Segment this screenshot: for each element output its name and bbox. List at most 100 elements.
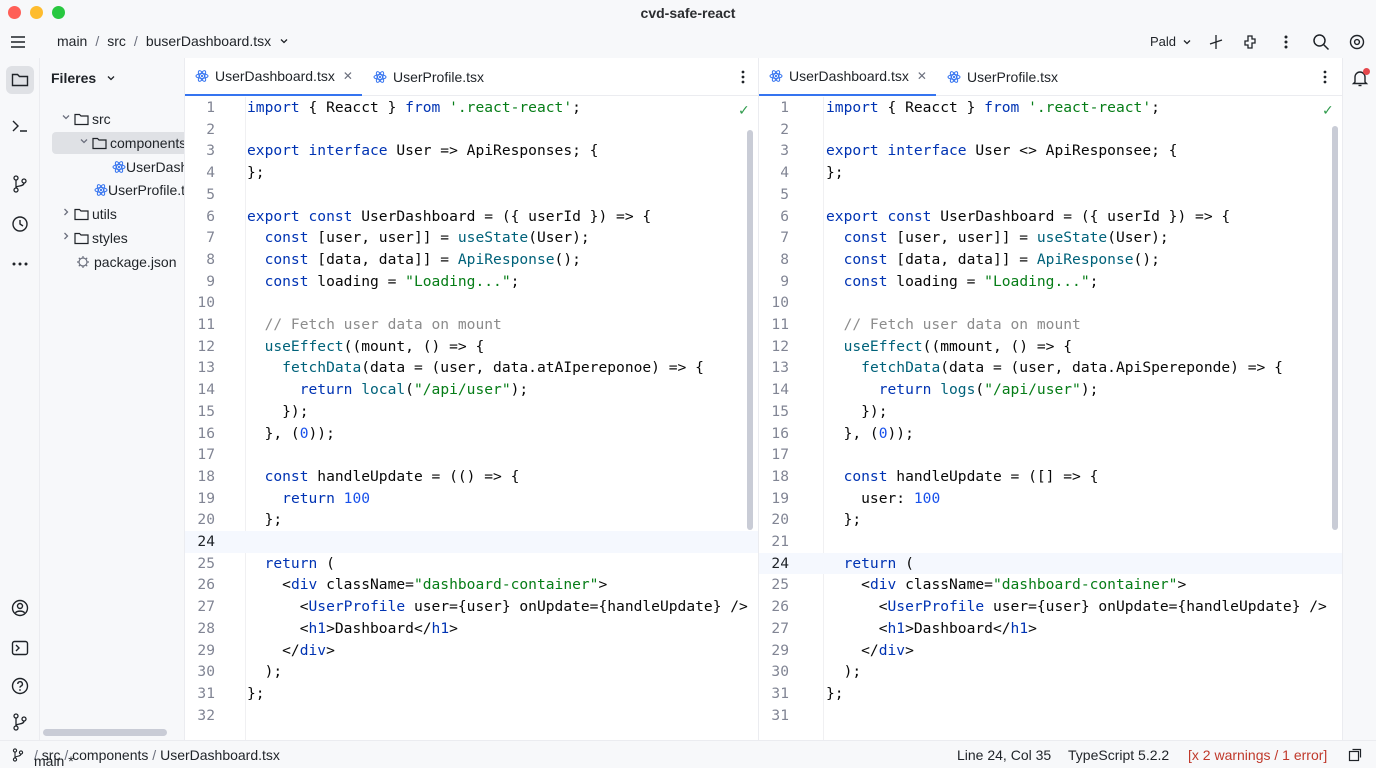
line-number[interactable]: 24	[759, 553, 789, 575]
code-line[interactable]: 14 return local("/api/user");	[185, 379, 758, 401]
code-line[interactable]: 29 </div>	[185, 640, 758, 662]
tab-options-icon[interactable]	[1322, 69, 1328, 88]
code-line[interactable]: 18 const handleUpdate = ([] => {	[759, 466, 1342, 488]
line-number[interactable]: 6	[185, 206, 215, 228]
line-number[interactable]: 3	[185, 140, 215, 162]
status-path-branch[interactable]: main *	[34, 753, 74, 768]
language-version[interactable]: TypeScript 5.2.2	[1068, 747, 1169, 763]
line-number[interactable]: 1	[759, 97, 789, 119]
code-line[interactable]: 14 return logs("/api/user");	[759, 379, 1342, 401]
line-number[interactable]: 5	[185, 184, 215, 206]
code-line[interactable]: 31};	[759, 683, 1342, 705]
code-line[interactable]: 16 }, (0));	[759, 423, 1342, 445]
line-number[interactable]: 11	[759, 314, 789, 336]
line-number[interactable]: 3	[759, 140, 789, 162]
line-number[interactable]: 31	[759, 683, 789, 705]
problems-indicator[interactable]: [x 2 warnings / 1 error]	[1188, 747, 1327, 763]
line-number[interactable]: 15	[185, 401, 215, 423]
code-line[interactable]: 1 import { Reacct } from '.react-react';	[185, 97, 758, 119]
tab-userprofile[interactable]: UserProfile.tsx	[373, 58, 484, 96]
profile-dropdown[interactable]: Pald	[1150, 34, 1192, 49]
code-line[interactable]: 21	[759, 531, 1342, 553]
code-line[interactable]: 17	[185, 444, 758, 466]
code-line[interactable]: 27 <h1>Dashboard</h1>	[759, 618, 1342, 640]
editor-right[interactable]: UserDashboard.tsx ✕ UserProfile.tsx ✓ 1i…	[759, 58, 1342, 740]
line-number[interactable]: 17	[185, 444, 215, 466]
tab-options-icon[interactable]	[740, 69, 746, 88]
line-number[interactable]: 16	[185, 423, 215, 445]
code-line[interactable]: 25 <div className="dashboard-container">	[759, 574, 1342, 596]
code-line[interactable]: 15 });	[185, 401, 758, 423]
account-icon[interactable]	[6, 594, 34, 622]
line-number[interactable]: 12	[759, 336, 789, 358]
code-line[interactable]: 24 return (	[759, 552, 1342, 575]
status-path-subfolder[interactable]: components	[72, 747, 148, 763]
ai-assistant-icon[interactable]	[1207, 33, 1225, 54]
code-line[interactable]: 4};	[759, 162, 1342, 184]
code-line[interactable]: 20 };	[185, 509, 758, 531]
gear-icon[interactable]	[1348, 33, 1366, 54]
line-number[interactable]: 4	[185, 162, 215, 184]
chevron-right-icon[interactable]	[58, 203, 74, 225]
code-line[interactable]: 16 }, (0));	[185, 423, 758, 445]
line-number[interactable]: 29	[759, 640, 789, 662]
code-line[interactable]: 5	[185, 184, 758, 206]
code-line[interactable]: 3 export interface User <> ApiResponsee; …	[759, 140, 1342, 162]
code-line[interactable]: 12 useEffect((mmount, () => {	[759, 336, 1342, 358]
line-number[interactable]: 7	[759, 227, 789, 249]
tree-item[interactable]: UserProfile.tsx	[40, 179, 184, 201]
code-line[interactable]: 1 import { Reacct } from '.react-react';	[759, 97, 1342, 119]
code-line[interactable]: 27 <UserProfile user={user} onUpdate={ha…	[185, 596, 758, 618]
line-number[interactable]: 18	[759, 466, 789, 488]
code-line[interactable]: 26 <div className="dashboard-container">	[185, 574, 758, 596]
code-line[interactable]: 6 export const UserDashboard = ({ userId …	[185, 206, 758, 228]
breadcrumb-item-file[interactable]: buserDashboard.tsx	[146, 33, 271, 49]
code-line[interactable]: 29 </div>	[759, 640, 1342, 662]
tab-userprofile[interactable]: UserProfile.tsx	[947, 58, 1058, 96]
tab-userdashboard[interactable]: UserDashboard.tsx ✕	[759, 58, 936, 96]
line-number[interactable]: 29	[185, 640, 215, 662]
code-line[interactable]: 13 fetchData(data = (user, data.ApiSpere…	[759, 357, 1342, 379]
editor-vertical-scrollbar[interactable]	[747, 130, 753, 530]
chevron-down-icon[interactable]	[279, 36, 289, 46]
line-number[interactable]: 32	[185, 705, 215, 727]
tree-item[interactable]: UserDashboard.tsx	[40, 156, 184, 178]
line-number[interactable]: 19	[185, 488, 215, 510]
line-number[interactable]: 6	[759, 206, 789, 228]
code-line[interactable]: 15 });	[759, 401, 1342, 423]
more-options-icon[interactable]	[1279, 33, 1293, 54]
code-line[interactable]: 7 const [user, user]] = useState(User);	[759, 227, 1342, 249]
code-line[interactable]: 28 <h1>Dashboard</h1>	[185, 618, 758, 640]
code-line[interactable]: 17	[759, 444, 1342, 466]
code-line[interactable]: 20 };	[759, 509, 1342, 531]
code-line[interactable]: 8 const [data, data]] = ApiResponse();	[759, 249, 1342, 271]
minimize-window-button[interactable]	[30, 6, 43, 19]
line-number[interactable]: 31	[185, 683, 215, 705]
line-number[interactable]: 30	[759, 661, 789, 683]
tree-item[interactable]: package.json	[40, 251, 184, 273]
git-branch-icon[interactable]	[6, 708, 34, 736]
plugins-icon[interactable]	[1241, 33, 1259, 54]
zoom-window-button[interactable]	[52, 6, 65, 19]
branch-icon[interactable]	[6, 170, 34, 198]
line-number[interactable]: 9	[185, 271, 215, 293]
code-line[interactable]: 9 const loading = "Loading...";	[759, 271, 1342, 293]
help-icon[interactable]	[6, 672, 34, 700]
line-number[interactable]: 18	[185, 466, 215, 488]
readonly-lock-icon[interactable]	[1348, 748, 1362, 765]
tree-horizontal-scrollbar[interactable]	[43, 729, 167, 736]
code-line[interactable]: 2	[185, 119, 758, 141]
code-line[interactable]: 31	[759, 705, 1342, 727]
tab-userdashboard[interactable]: UserDashboard.tsx ✕	[185, 58, 362, 96]
line-number[interactable]: 9	[759, 271, 789, 293]
code-line[interactable]: 13 fetchData(data = (user, data.atAIpere…	[185, 357, 758, 379]
line-number[interactable]: 27	[185, 596, 215, 618]
line-number[interactable]: 20	[185, 509, 215, 531]
editor-vertical-scrollbar[interactable]	[1332, 126, 1338, 530]
line-number[interactable]: 17	[759, 444, 789, 466]
line-number[interactable]: 14	[185, 379, 215, 401]
code-line[interactable]: 9 const loading = "Loading...";	[185, 271, 758, 293]
code-line[interactable]: 19 user: 100	[759, 488, 1342, 510]
line-number[interactable]: 25	[759, 574, 789, 596]
line-number[interactable]: 13	[185, 357, 215, 379]
